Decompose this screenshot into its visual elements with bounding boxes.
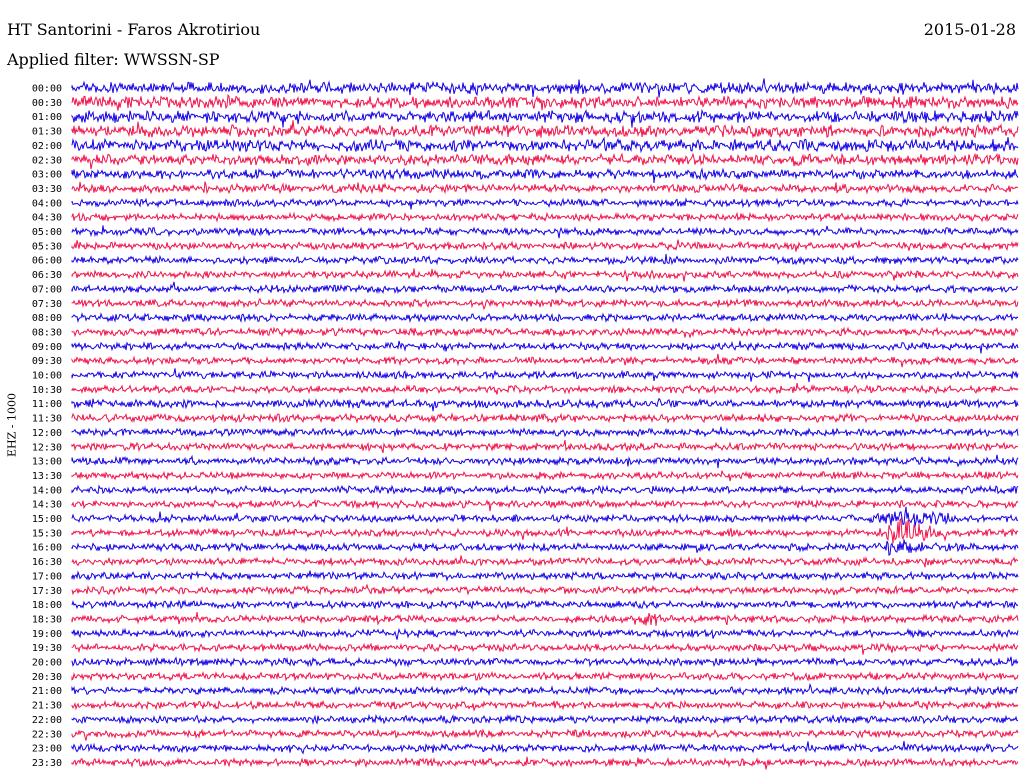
trace-line bbox=[71, 312, 1019, 324]
trace-line bbox=[71, 713, 1019, 726]
trace-line bbox=[71, 699, 1019, 712]
trace-line bbox=[71, 539, 1019, 556]
trace-line bbox=[71, 211, 1019, 223]
trace-line bbox=[71, 353, 1019, 368]
trace-line bbox=[71, 682, 1019, 697]
row-time-label: 18:00 bbox=[32, 600, 62, 611]
trace-line bbox=[71, 426, 1019, 438]
trace-line bbox=[71, 656, 1019, 668]
row-time-label: 00:30 bbox=[32, 98, 62, 109]
row-time-label: 12:30 bbox=[32, 442, 62, 453]
row-time-label: 01:30 bbox=[32, 127, 62, 138]
trace-line bbox=[71, 268, 1019, 282]
row-time-label: 21:30 bbox=[32, 701, 62, 712]
row-time-label: 19:30 bbox=[32, 643, 62, 654]
row-time-label: 09:30 bbox=[32, 356, 62, 367]
row-time-label: 06:30 bbox=[32, 270, 62, 281]
row-time-label: 07:00 bbox=[32, 284, 62, 295]
trace-line bbox=[71, 397, 1019, 412]
trace-line bbox=[71, 612, 1019, 626]
row-time-label: 23:00 bbox=[32, 744, 62, 755]
helicorder-chart: 00:00 00:30 01:00 01:30 02:00 02:30 03:00 03:30… bbox=[32, 78, 1019, 770]
row-time-label: 19:00 bbox=[32, 629, 62, 640]
row-time-label: 10:00 bbox=[32, 371, 62, 382]
trace-line bbox=[71, 670, 1019, 682]
row-time-label: 22:00 bbox=[32, 715, 62, 726]
row-time-label: 01:00 bbox=[32, 112, 62, 123]
row-time-label: 05:00 bbox=[32, 227, 62, 238]
trace-line bbox=[71, 368, 1019, 383]
trace-line bbox=[71, 642, 1019, 655]
trace-line bbox=[71, 281, 1019, 295]
trace-line bbox=[71, 326, 1019, 338]
row-time-label: 11:30 bbox=[32, 414, 62, 425]
trace-line bbox=[71, 412, 1019, 424]
row-time-label: 13:30 bbox=[32, 471, 62, 482]
row-time-label: 23:30 bbox=[32, 758, 62, 769]
trace-line bbox=[71, 136, 1019, 154]
trace-line bbox=[71, 506, 1019, 527]
trace-line bbox=[71, 439, 1018, 454]
trace-line bbox=[71, 239, 1019, 252]
row-time-label: 14:30 bbox=[32, 500, 62, 511]
trace-line bbox=[71, 454, 1019, 469]
trace-line bbox=[71, 756, 1019, 770]
trace-line bbox=[71, 517, 1019, 544]
row-time-label: 08:30 bbox=[32, 327, 62, 338]
row-time-label: 13:00 bbox=[32, 457, 62, 468]
traces bbox=[71, 78, 1019, 770]
trace-line bbox=[71, 382, 1019, 395]
row-time-label: 02:30 bbox=[32, 155, 62, 166]
trace-line bbox=[71, 728, 1019, 741]
trace-line bbox=[71, 78, 1019, 98]
row-time-label: 05:30 bbox=[32, 241, 62, 252]
trace-line bbox=[71, 340, 1019, 354]
trace-line bbox=[71, 741, 1019, 755]
row-time-label: 02:00 bbox=[32, 141, 62, 152]
trace-line bbox=[71, 484, 1019, 496]
row-time-label: 15:00 bbox=[32, 514, 62, 525]
trace-line bbox=[71, 570, 1019, 582]
row-time-label: 06:00 bbox=[32, 256, 62, 267]
trace-line bbox=[71, 152, 1019, 170]
trace-line bbox=[71, 498, 1019, 512]
row-time-label: 16:30 bbox=[32, 557, 62, 568]
trace-line bbox=[71, 555, 1019, 568]
row-time-label: 22:30 bbox=[32, 729, 62, 740]
trace-line bbox=[71, 297, 1019, 311]
row-time-label: 09:00 bbox=[32, 342, 62, 353]
row-time-label: 15:30 bbox=[32, 528, 62, 539]
row-time-label: 20:30 bbox=[32, 672, 62, 683]
row-time-label: 00:00 bbox=[32, 84, 62, 95]
row-time-label: 04:00 bbox=[32, 198, 62, 209]
row-labels: 00:00 00:30 01:00 01:30 02:00 02:30 03:00 03:30… bbox=[32, 84, 62, 769]
row-time-label: 17:30 bbox=[32, 586, 62, 597]
trace-line bbox=[71, 167, 1019, 184]
row-time-label: 12:00 bbox=[32, 428, 62, 439]
row-time-label: 18:30 bbox=[32, 614, 62, 625]
row-time-label: 10:30 bbox=[32, 385, 62, 396]
trace-line bbox=[71, 583, 1019, 596]
trace-line bbox=[71, 120, 1019, 139]
row-time-label: 11:00 bbox=[32, 399, 62, 410]
row-time-label: 07:30 bbox=[32, 299, 62, 310]
trace-line bbox=[71, 197, 1019, 210]
trace-line bbox=[71, 108, 1019, 128]
row-time-label: 17:00 bbox=[32, 571, 62, 582]
trace-line bbox=[71, 93, 1019, 111]
trace-line bbox=[71, 181, 1019, 195]
trace-line bbox=[71, 225, 1019, 239]
row-time-label: 03:00 bbox=[32, 170, 62, 181]
trace-line bbox=[71, 627, 1019, 640]
row-time-label: 21:00 bbox=[32, 686, 62, 697]
row-time-label: 04:30 bbox=[32, 213, 62, 224]
trace-line bbox=[71, 253, 1019, 266]
row-time-label: 14:00 bbox=[32, 485, 62, 496]
row-time-label: 03:30 bbox=[32, 184, 62, 195]
row-time-label: 20:00 bbox=[32, 658, 62, 669]
trace-line bbox=[71, 599, 1019, 610]
trace-line bbox=[71, 470, 1019, 482]
row-time-label: 16:00 bbox=[32, 543, 62, 554]
row-time-label: 08:00 bbox=[32, 313, 62, 324]
